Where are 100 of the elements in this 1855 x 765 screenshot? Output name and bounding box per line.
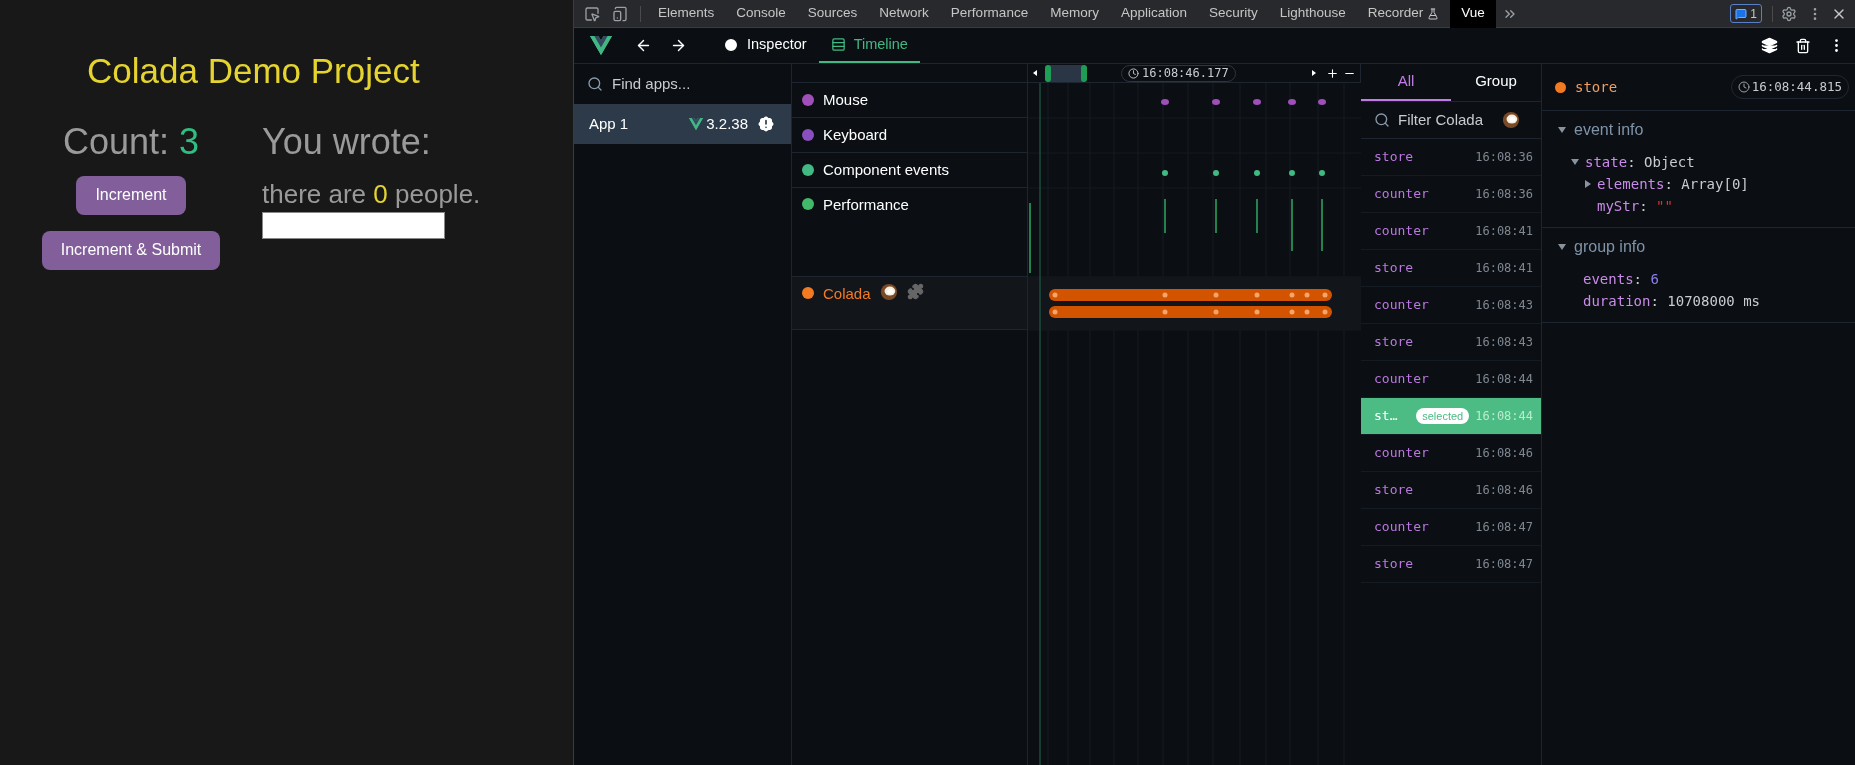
event-time: 16:08:36 [1475,186,1533,203]
event-name: store [1374,333,1414,352]
event-row[interactable]: store 16:08:47 [1361,546,1541,583]
coconut-icon [879,283,898,301]
event-row[interactable]: store 16:08:43 [1361,324,1541,361]
forward-arrow-icon[interactable] [670,37,687,54]
devtools-tab[interactable]: Application [1109,0,1198,28]
event-time: 16:08:44 [1475,408,1533,425]
page-title: Colada Demo Project [86,50,420,92]
section-title[interactable]: event info [1574,118,1644,142]
event-row[interactable]: counter 16:08:46 [1361,435,1541,472]
event-name: st… [1374,407,1398,426]
event-name: store [1374,481,1414,500]
state-entry: myStr: "" [1597,196,1673,216]
state-entry: state: Object [1585,152,1695,172]
device-toolbar-icon[interactable] [612,5,628,22]
scroll-right-icon[interactable] [1312,70,1316,76]
event-name: counter [1374,370,1429,389]
vue-logo-icon [590,35,612,56]
layer-name: Keyboard [823,124,888,145]
event-time: 16:08:44 [1475,371,1533,388]
devtools-tab[interactable]: Console [725,0,797,28]
vue-version: 3.2.38 [706,113,748,134]
event-name: store [1374,148,1414,167]
increment-button[interactable]: Increment [76,175,186,215]
find-apps-field[interactable]: Find apps... [612,72,762,96]
devtools-tab[interactable]: Lighthouse [1268,0,1357,28]
flask-icon [1427,7,1440,20]
devtools-tab[interactable]: Memory [1039,0,1110,28]
event-row[interactable]: store 16:08:36 [1361,139,1541,176]
layer-name: Mouse [823,89,869,110]
coconut-icon [1502,111,1520,129]
plugin-icon [906,283,924,300]
devtools-tab[interactable]: Recorder [1356,0,1451,28]
filter-events-field[interactable]: Filter Colada [1398,108,1494,132]
back-arrow-icon[interactable] [635,37,652,54]
zoom-in-icon[interactable] [1326,66,1339,80]
section-title[interactable]: group info [1574,235,1646,259]
scroll-left-icon[interactable] [1033,70,1037,76]
state-entry: elements: Array[0] [1597,174,1749,194]
layer-name: Colada [823,284,871,304]
vue-logo-icon [689,117,704,131]
cursor-time-badge: 16:08:46.177 [1121,64,1236,82]
devtools-view-tab[interactable]: Inspector [711,28,819,63]
event-name: counter [1374,296,1429,315]
layers-icon[interactable] [1761,37,1778,54]
warning-badge-icon [756,114,776,134]
event-row[interactable]: counter 16:08:41 [1361,213,1541,250]
event-time: 16:08:41 [1475,223,1533,240]
event-time: 16:08:43 [1475,297,1533,314]
section-toggle-icon[interactable] [1558,127,1566,133]
event-name: store [1374,555,1414,574]
increment-button[interactable]: Increment & Submit [41,230,221,270]
event-name: counter [1374,518,1429,537]
people-sentence: there are 0 people. [262,177,481,211]
event-row[interactable]: store 16:08:41 [1361,250,1541,287]
search-icon [587,76,603,92]
devtools-tab[interactable]: Security [1197,0,1269,28]
devtools-tab[interactable]: Performance [939,0,1040,28]
event-time: 16:08:46 [1475,482,1533,499]
search-icon [1374,112,1390,128]
event-row[interactable]: counter 16:08:36 [1361,176,1541,213]
layer-row[interactable]: Mouse [792,83,1027,118]
event-time: 16:08:43 [1475,334,1533,351]
event-time: 16:08:41 [1475,260,1533,277]
devtools-view-tab[interactable]: Timeline [818,28,920,63]
clear-icon[interactable] [1795,37,1811,54]
text-input[interactable] [262,212,445,240]
layer-row[interactable]: Component events [792,153,1027,188]
devtools-tab[interactable]: Network [868,0,940,28]
layer-name: Performance [823,195,909,215]
event-title: store [1575,77,1618,97]
event-row[interactable]: store 16:08:46 [1361,472,1541,509]
event-time: 16:08:46 [1475,445,1533,462]
devtools-tab[interactable]: Vue [1450,0,1496,28]
section-toggle-icon[interactable] [1558,244,1566,250]
event-name: counter [1374,444,1429,463]
app-item[interactable]: App 1 3.2.38 [574,104,791,144]
event-filter-tab[interactable]: Group [1451,64,1541,101]
layer-row[interactable]: Colada [792,277,1027,330]
state-entry: events: 6 [1583,269,1659,289]
event-name: store [1374,259,1414,278]
event-row[interactable]: counter 16:08:47 [1361,509,1541,546]
devtools-tab[interactable]: Sources [796,0,869,28]
expand-toggle-icon[interactable] [1571,159,1579,165]
event-row[interactable]: counter 16:08:43 [1361,287,1541,324]
you-wrote-heading: You wrote: [262,119,431,164]
state-entry: duration: 10708000 ms [1583,291,1761,311]
event-name: counter [1374,185,1429,204]
layer-name: Component events [823,159,949,180]
settings-icon[interactable] [1781,5,1797,22]
selected-tag: selected [1416,408,1470,424]
inspect-element-icon[interactable] [584,5,600,22]
issues-badge[interactable]: 1 [1730,4,1762,23]
devtools-tab[interactable]: Elements [647,0,726,28]
app-name: App 1 [589,113,629,134]
count-text: Count: 3 [62,119,200,164]
event-filter-tab[interactable]: All [1361,64,1451,101]
expand-toggle-icon[interactable] [1585,180,1591,188]
layer-row[interactable]: Keyboard [792,118,1027,153]
